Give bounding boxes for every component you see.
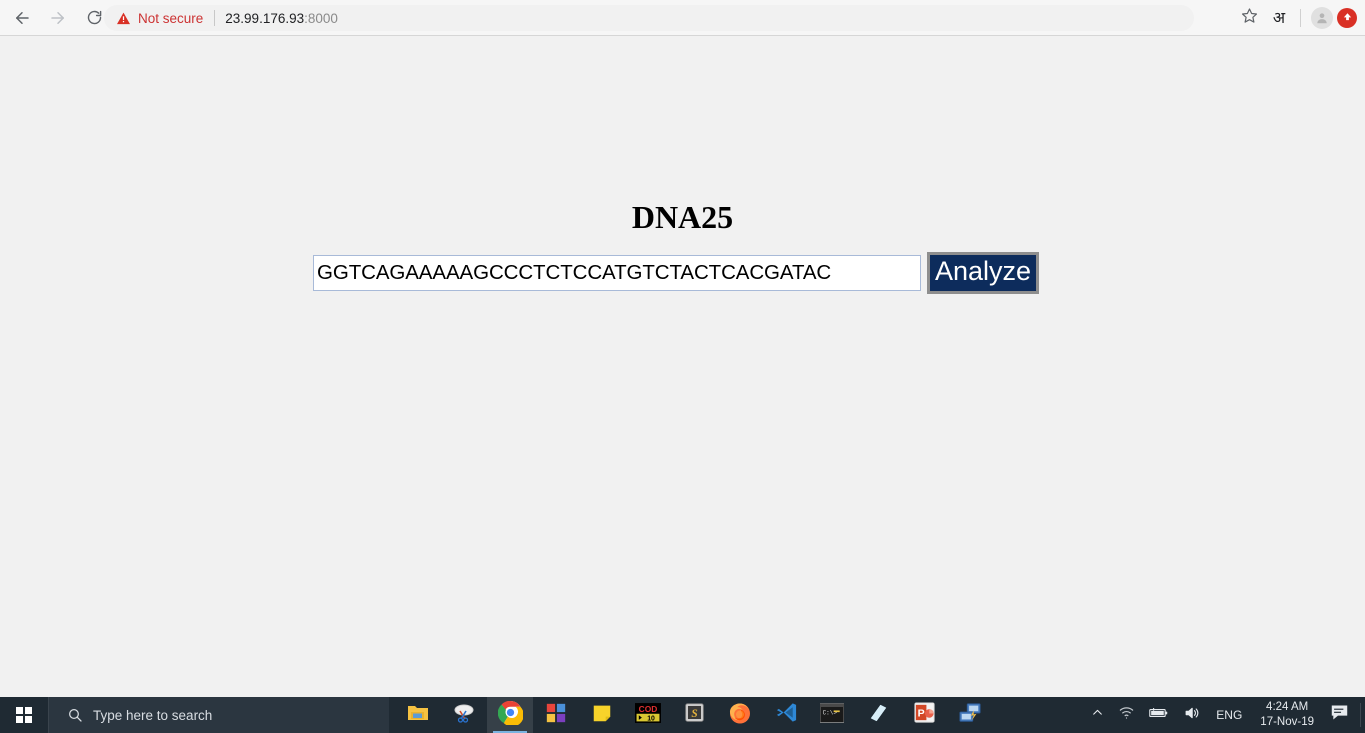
windows-logo-icon	[16, 707, 32, 723]
taskbar-item-cod-10[interactable]: COD 10	[625, 697, 671, 733]
tray-time: 4:24 AM	[1266, 701, 1309, 713]
notification-icon	[1330, 704, 1349, 726]
back-button[interactable]	[8, 4, 36, 32]
tray-clock[interactable]: 4:24 AM 17-Nov-19	[1251, 700, 1323, 730]
warning-triangle-icon	[116, 11, 131, 26]
system-tray: ENG 4:24 AM 17-Nov-19	[1084, 697, 1365, 733]
start-button[interactable]	[0, 697, 48, 733]
taskbar-item-blue-notebook-app[interactable]	[855, 697, 901, 733]
forward-button[interactable]	[44, 4, 72, 32]
taskbar-item-s-app[interactable]: S	[671, 697, 717, 733]
svg-text:COD: COD	[639, 703, 658, 713]
update-button[interactable]	[1337, 8, 1357, 28]
taskbar-item-sticky-notes[interactable]	[579, 697, 625, 733]
wifi-icon	[1118, 705, 1135, 725]
taskbar-item-powerpoint[interactable]: P	[901, 697, 947, 733]
s-app-icon: S	[684, 702, 705, 728]
microsoft-store-icon	[545, 702, 567, 729]
search-placeholder-label: Type here to search	[93, 707, 213, 723]
chrome-icon	[497, 700, 524, 730]
taskbar-item-command-prompt[interactable]: C:\>	[809, 697, 855, 733]
reload-icon	[86, 9, 103, 26]
devanagari-letter-icon: अ	[1272, 8, 1286, 27]
vscode-icon	[775, 701, 798, 729]
show-desktop-button[interactable]	[1360, 703, 1361, 727]
url-text: 23.99.176.93:8000	[225, 11, 338, 26]
cod-10-icon: COD 10	[635, 702, 661, 729]
taskbar-app-list: COD 10 S C:\> P	[395, 697, 993, 733]
tray-date: 17-Nov-19	[1260, 716, 1314, 728]
language-extension-button[interactable]: अ	[1264, 3, 1294, 33]
tray-network-button[interactable]	[1111, 697, 1142, 733]
command-prompt-icon: C:\>	[819, 702, 845, 728]
snipping-tool-icon	[452, 701, 476, 730]
tray-notifications-button[interactable]	[1323, 697, 1356, 733]
analyze-button[interactable]: Analyze	[927, 252, 1040, 294]
taskbar-item-google-chrome[interactable]	[487, 697, 533, 733]
back-arrow-icon	[13, 9, 31, 27]
powerpoint-icon: P	[913, 701, 936, 729]
url-host: 23.99.176.93	[225, 10, 305, 26]
bookmark-button[interactable]	[1234, 3, 1264, 33]
taskbar-item-snipping-tool[interactable]	[441, 697, 487, 733]
update-arrow-icon	[1342, 9, 1353, 27]
taskbar-item-mozilla-firefox[interactable]	[717, 697, 763, 733]
battery-icon	[1149, 706, 1169, 725]
url-port: :8000	[304, 10, 338, 26]
profile-button[interactable]	[1307, 3, 1337, 33]
address-bar[interactable]: Not secure 23.99.176.93:8000	[104, 5, 1194, 31]
tray-overflow-button[interactable]	[1084, 697, 1111, 733]
taskbar-item-file-explorer[interactable]	[395, 697, 441, 733]
toolbar-actions: अ	[1234, 0, 1365, 36]
taskbar-search[interactable]: Type here to search	[48, 697, 389, 733]
taskbar-item-visual-studio-code[interactable]	[763, 697, 809, 733]
dna-sequence-input[interactable]	[313, 255, 921, 291]
tray-language-indicator[interactable]: ENG	[1207, 697, 1251, 733]
page-title: DNA25	[631, 199, 734, 235]
sticky-notes-icon	[591, 702, 613, 729]
chevron-up-icon	[1091, 706, 1104, 724]
firefox-icon	[728, 701, 752, 730]
taskbar-item-microsoft-store[interactable]	[533, 697, 579, 733]
tray-volume-button[interactable]	[1176, 697, 1207, 733]
svg-text:10: 10	[647, 715, 655, 722]
page-content: DNA25 Analyze	[0, 36, 1365, 697]
star-icon	[1241, 7, 1258, 29]
tray-battery-button[interactable]	[1142, 697, 1176, 733]
taskbar-item-remote-desktop[interactable]	[947, 697, 993, 733]
browser-toolbar: Not secure 23.99.176.93:8000 अ	[0, 0, 1365, 36]
toolbar-divider	[1300, 9, 1301, 27]
file-explorer-icon	[406, 701, 430, 730]
notebook-icon	[867, 701, 890, 729]
svg-text:P: P	[917, 707, 924, 719]
svg-text:S: S	[691, 708, 697, 720]
dna-form: Analyze	[313, 252, 1040, 294]
security-status-label: Not secure	[138, 10, 204, 26]
omnibox-divider	[214, 10, 216, 26]
search-icon	[67, 707, 83, 723]
windows-taskbar: Type here to search COD 10 S C:\> P ENG …	[0, 697, 1365, 733]
speaker-icon	[1183, 705, 1200, 726]
forward-arrow-icon	[49, 9, 67, 27]
avatar-icon	[1311, 7, 1333, 29]
remote-desktop-icon	[958, 702, 982, 729]
